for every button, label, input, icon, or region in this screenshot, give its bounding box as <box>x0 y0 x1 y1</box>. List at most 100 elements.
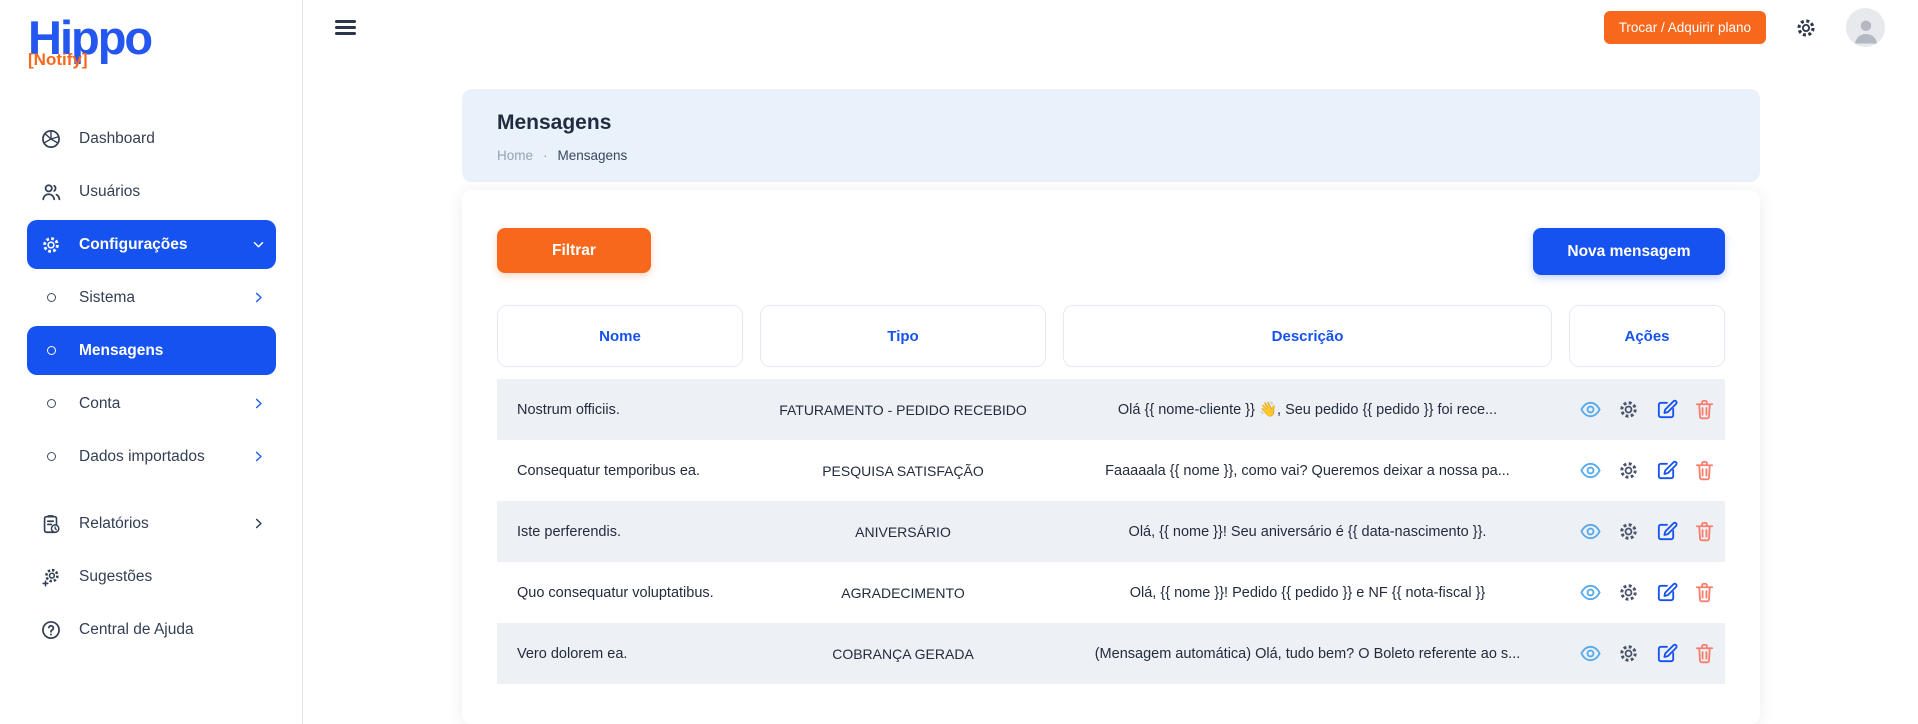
sidebar-item-configuracoes[interactable]: Configurações <box>27 220 276 269</box>
eye-icon <box>1579 520 1602 543</box>
sidebar-item-label: Sugestões <box>79 568 152 586</box>
bullet-icon <box>40 446 62 468</box>
edit-button[interactable] <box>1655 581 1678 604</box>
edit-icon <box>1655 459 1678 482</box>
brand-tag: [Notify] <box>28 51 302 68</box>
edit-button[interactable] <box>1655 398 1678 421</box>
row-settings-button[interactable] <box>1617 520 1640 543</box>
cell-description: Olá, {{ nome }}! Pedido {{ pedido }} e N… <box>1063 585 1552 601</box>
help-icon <box>40 619 62 641</box>
main-area: Trocar / Adquirir plano Mensagens Home ·… <box>303 0 1918 724</box>
sidebar-item-label: Relatórios <box>79 515 149 533</box>
eye-icon <box>1579 398 1602 421</box>
menu-toggle-button[interactable] <box>335 20 356 35</box>
gear-icon <box>1617 520 1640 543</box>
view-button[interactable] <box>1579 642 1602 665</box>
cell-name: Iste perferendis. <box>497 524 743 540</box>
cell-description: (Mensagem automática) Olá, tudo bem? O B… <box>1063 646 1552 662</box>
sidebar-item-central-de-ajuda[interactable]: Central de Ajuda <box>27 605 276 654</box>
sidebar-item-label: Dados importados <box>79 448 205 466</box>
sidebar-item-label: Conta <box>79 395 120 413</box>
eye-icon <box>1579 642 1602 665</box>
trash-icon <box>1693 398 1716 421</box>
trash-icon <box>1693 459 1716 482</box>
content: Mensagens Home · Mensagens Filtrar Nova … <box>303 55 1918 724</box>
sidebar-item-dashboard[interactable]: Dashboard <box>27 114 276 163</box>
delete-button[interactable] <box>1693 581 1716 604</box>
edit-button[interactable] <box>1655 642 1678 665</box>
new-message-button[interactable]: Nova mensagem <box>1533 228 1725 275</box>
bullet-icon <box>40 340 62 362</box>
cell-name: Consequatur temporibus ea. <box>497 463 743 479</box>
chevron-down-icon <box>251 237 266 252</box>
cell-type: COBRANÇA GERADA <box>760 646 1046 662</box>
report-icon <box>40 513 62 535</box>
filter-button[interactable]: Filtrar <box>497 228 651 273</box>
column-header-tipo[interactable]: Tipo <box>760 305 1046 367</box>
sidebar-item-sugestoes[interactable]: Sugestões <box>27 552 276 601</box>
row-settings-button[interactable] <box>1617 398 1640 421</box>
delete-button[interactable] <box>1693 520 1716 543</box>
edit-icon <box>1655 581 1678 604</box>
sidebar-item-conta[interactable]: Conta <box>27 379 276 428</box>
table-row: Nostrum officiis. FATURAMENTO - PEDIDO R… <box>497 379 1725 440</box>
eye-icon <box>1579 459 1602 482</box>
delete-button[interactable] <box>1693 459 1716 482</box>
edit-icon <box>1655 398 1678 421</box>
delete-button[interactable] <box>1693 642 1716 665</box>
eye-icon <box>1579 581 1602 604</box>
view-button[interactable] <box>1579 398 1602 421</box>
sidebar-item-label: Sistema <box>79 289 135 307</box>
breadcrumb: Home · Mensagens <box>497 148 1725 163</box>
view-button[interactable] <box>1579 581 1602 604</box>
view-button[interactable] <box>1579 520 1602 543</box>
page-title: Mensagens <box>497 111 1725 135</box>
edit-button[interactable] <box>1655 459 1678 482</box>
column-header-nome[interactable]: Nome <box>497 305 743 367</box>
column-header-descricao[interactable]: Descrição <box>1063 305 1552 367</box>
cell-name: Vero dolorem ea. <box>497 646 743 662</box>
edit-icon <box>1655 642 1678 665</box>
brand-logo[interactable]: Hippo [Notify] <box>0 12 302 100</box>
sidebar-item-usuarios[interactable]: Usuários <box>27 167 276 216</box>
delete-button[interactable] <box>1693 398 1716 421</box>
table-row: Consequatur temporibus ea. PESQUISA SATI… <box>497 440 1725 501</box>
sidebar-item-label: Central de Ajuda <box>79 621 194 639</box>
table-row: Vero dolorem ea. COBRANÇA GERADA (Mensag… <box>497 623 1725 684</box>
table-row: Quo consequatur voluptatibus. AGRADECIME… <box>497 562 1725 623</box>
gear-icon <box>1617 581 1640 604</box>
dashboard-icon <box>40 128 62 150</box>
cell-actions <box>1569 398 1725 421</box>
edit-button[interactable] <box>1655 520 1678 543</box>
row-settings-button[interactable] <box>1617 459 1640 482</box>
sidebar-item-mensagens[interactable]: Mensagens <box>27 326 276 375</box>
cell-type: PESQUISA SATISFAÇÃO <box>760 463 1046 479</box>
bullet-icon <box>40 287 62 309</box>
sidebar-item-sistema[interactable]: Sistema <box>27 273 276 322</box>
card-toolbar: Filtrar Nova mensagem <box>497 228 1725 275</box>
cell-description: Olá {{ nome-cliente }} 👋, Seu pedido {{ … <box>1063 401 1552 418</box>
gear-icon <box>1617 459 1640 482</box>
sidebar-item-dados-importados[interactable]: Dados importados <box>27 432 276 481</box>
sidebar: Hippo [Notify] Dashboard Usuários Config… <box>0 0 303 724</box>
sidebar-item-relatorios[interactable]: Relatórios <box>27 499 276 548</box>
sidebar-nav: Dashboard Usuários Configurações Sistema… <box>0 114 302 654</box>
settings-gear-icon[interactable] <box>1794 16 1818 40</box>
change-plan-button[interactable]: Trocar / Adquirir plano <box>1604 11 1766 44</box>
users-icon <box>40 181 62 203</box>
sidebar-item-label: Mensagens <box>79 342 163 360</box>
chevron-right-icon <box>251 396 266 411</box>
gear-icon <box>1617 642 1640 665</box>
cell-actions <box>1569 642 1725 665</box>
row-settings-button[interactable] <box>1617 642 1640 665</box>
view-button[interactable] <box>1579 459 1602 482</box>
suggestions-gear-plus-icon <box>40 566 62 588</box>
user-avatar[interactable] <box>1846 8 1885 47</box>
cell-type: FATURAMENTO - PEDIDO RECEBIDO <box>760 402 1046 418</box>
column-header-acoes: Ações <box>1569 305 1725 367</box>
breadcrumb-home-link[interactable]: Home <box>497 148 533 163</box>
trash-icon <box>1693 642 1716 665</box>
trash-icon <box>1693 581 1716 604</box>
row-settings-button[interactable] <box>1617 581 1640 604</box>
cell-name: Nostrum officiis. <box>497 402 743 418</box>
